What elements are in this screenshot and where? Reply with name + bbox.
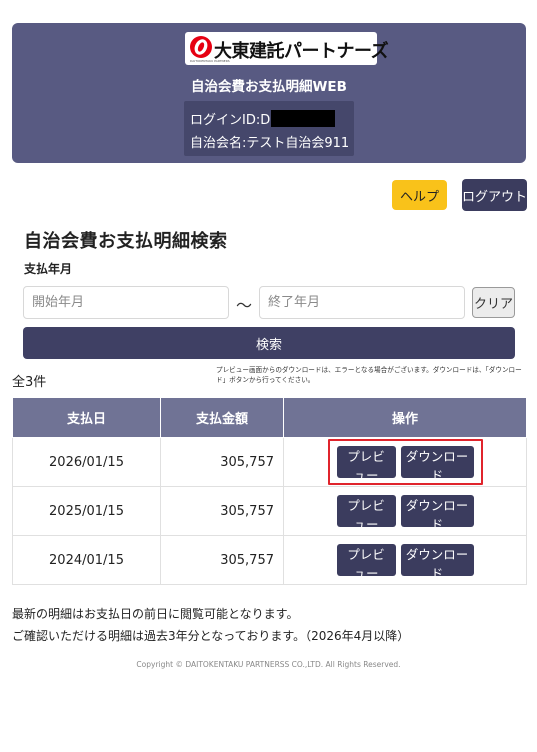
operations-group: プレビュー ダウンロード xyxy=(333,541,478,581)
range-separator: 〜 xyxy=(236,296,253,315)
download-button[interactable]: ダウンロード xyxy=(400,495,474,532)
row-date: 2026/01/15 xyxy=(12,437,161,487)
header-banner: DAITOKENTAKU PARTNERS 大東建託パートナーズ 自治会費お支払… xyxy=(12,23,526,163)
row-operations: プレビュー ダウンロード xyxy=(283,535,527,585)
availability-note-line1: 最新の明細はお支払日の前日に閲覧可能となります。 xyxy=(12,607,299,621)
table-header-row: 支払日 支払金額 操作 xyxy=(12,397,527,438)
row-operations: プレビュー ダウンロード xyxy=(283,486,527,536)
help-button[interactable]: ヘルプ xyxy=(392,180,447,210)
login-id-line: ログインID:D xyxy=(190,109,336,128)
login-info-box: ログインID:D 自治会名:テスト自治会911 xyxy=(184,101,354,156)
column-header-date: 支払日 xyxy=(12,397,161,438)
results-table: 支払日 支払金額 操作 2026/01/15 305,757 プレビュー ダウン… xyxy=(12,397,527,585)
availability-note: 最新の明細はお支払日の前日に閲覧可能となります。 ご確認いただける明細は過去3年… xyxy=(12,603,409,647)
association-name: 自治会名:テスト自治会911 xyxy=(190,136,350,151)
column-header-operations: 操作 xyxy=(283,397,527,438)
logo-text: 大東建託パートナーズ xyxy=(214,41,389,62)
logout-button[interactable]: ログアウト xyxy=(462,179,527,211)
clear-button[interactable]: クリア xyxy=(472,287,515,318)
download-button[interactable]: ダウンロード xyxy=(400,544,474,581)
search-button[interactable]: 検索 xyxy=(23,327,515,359)
table-row: 2025/01/15 305,757 プレビュー ダウンロード xyxy=(12,486,527,536)
search-section-title: 自治会費お支払明細検索 xyxy=(24,231,228,252)
end-month-input[interactable] xyxy=(259,286,465,319)
payment-period-label: 支払年月 xyxy=(24,262,73,276)
availability-note-line2: ご確認いただける明細は過去3年分となっております。（2026年4月以降） xyxy=(12,629,410,643)
site-title: 自治会費お支払明細WEB xyxy=(191,79,347,95)
preview-button[interactable]: プレビュー xyxy=(336,544,396,581)
preview-button[interactable]: プレビュー xyxy=(336,446,396,483)
table-row: 2026/01/15 305,757 プレビュー ダウンロード xyxy=(12,437,527,487)
start-month-input[interactable] xyxy=(23,286,229,319)
company-logo: DAITOKENTAKU PARTNERS 大東建託パートナーズ xyxy=(185,32,389,65)
column-header-amount: 支払金額 xyxy=(160,397,284,438)
table-row: 2024/01/15 305,757 プレビュー ダウンロード xyxy=(12,535,527,585)
operations-group: プレビュー ダウンロード xyxy=(333,492,478,532)
row-amount: 305,757 xyxy=(160,486,284,536)
download-note: プレビュー画面からのダウンロードは、エラーとなる場合がございます。ダウンロードは… xyxy=(216,366,522,384)
preview-button[interactable]: プレビュー xyxy=(336,495,396,532)
daito-swoosh-logo-icon xyxy=(190,36,212,58)
row-amount: 305,757 xyxy=(160,535,284,585)
row-operations: プレビュー ダウンロード xyxy=(283,437,527,487)
copyright: Copyright © DAITOKENTAKU PARTNERSS CO.,L… xyxy=(136,660,401,669)
login-id-redaction xyxy=(271,110,336,127)
download-button[interactable]: ダウンロード xyxy=(400,446,474,483)
highlighted-operations: プレビュー ダウンロード xyxy=(327,439,483,485)
row-date: 2024/01/15 xyxy=(12,535,161,585)
row-date: 2025/01/15 xyxy=(12,486,161,536)
login-id-label: ログインID:D xyxy=(190,113,271,128)
row-amount: 305,757 xyxy=(160,437,284,487)
result-count: 全3件 xyxy=(12,375,47,390)
